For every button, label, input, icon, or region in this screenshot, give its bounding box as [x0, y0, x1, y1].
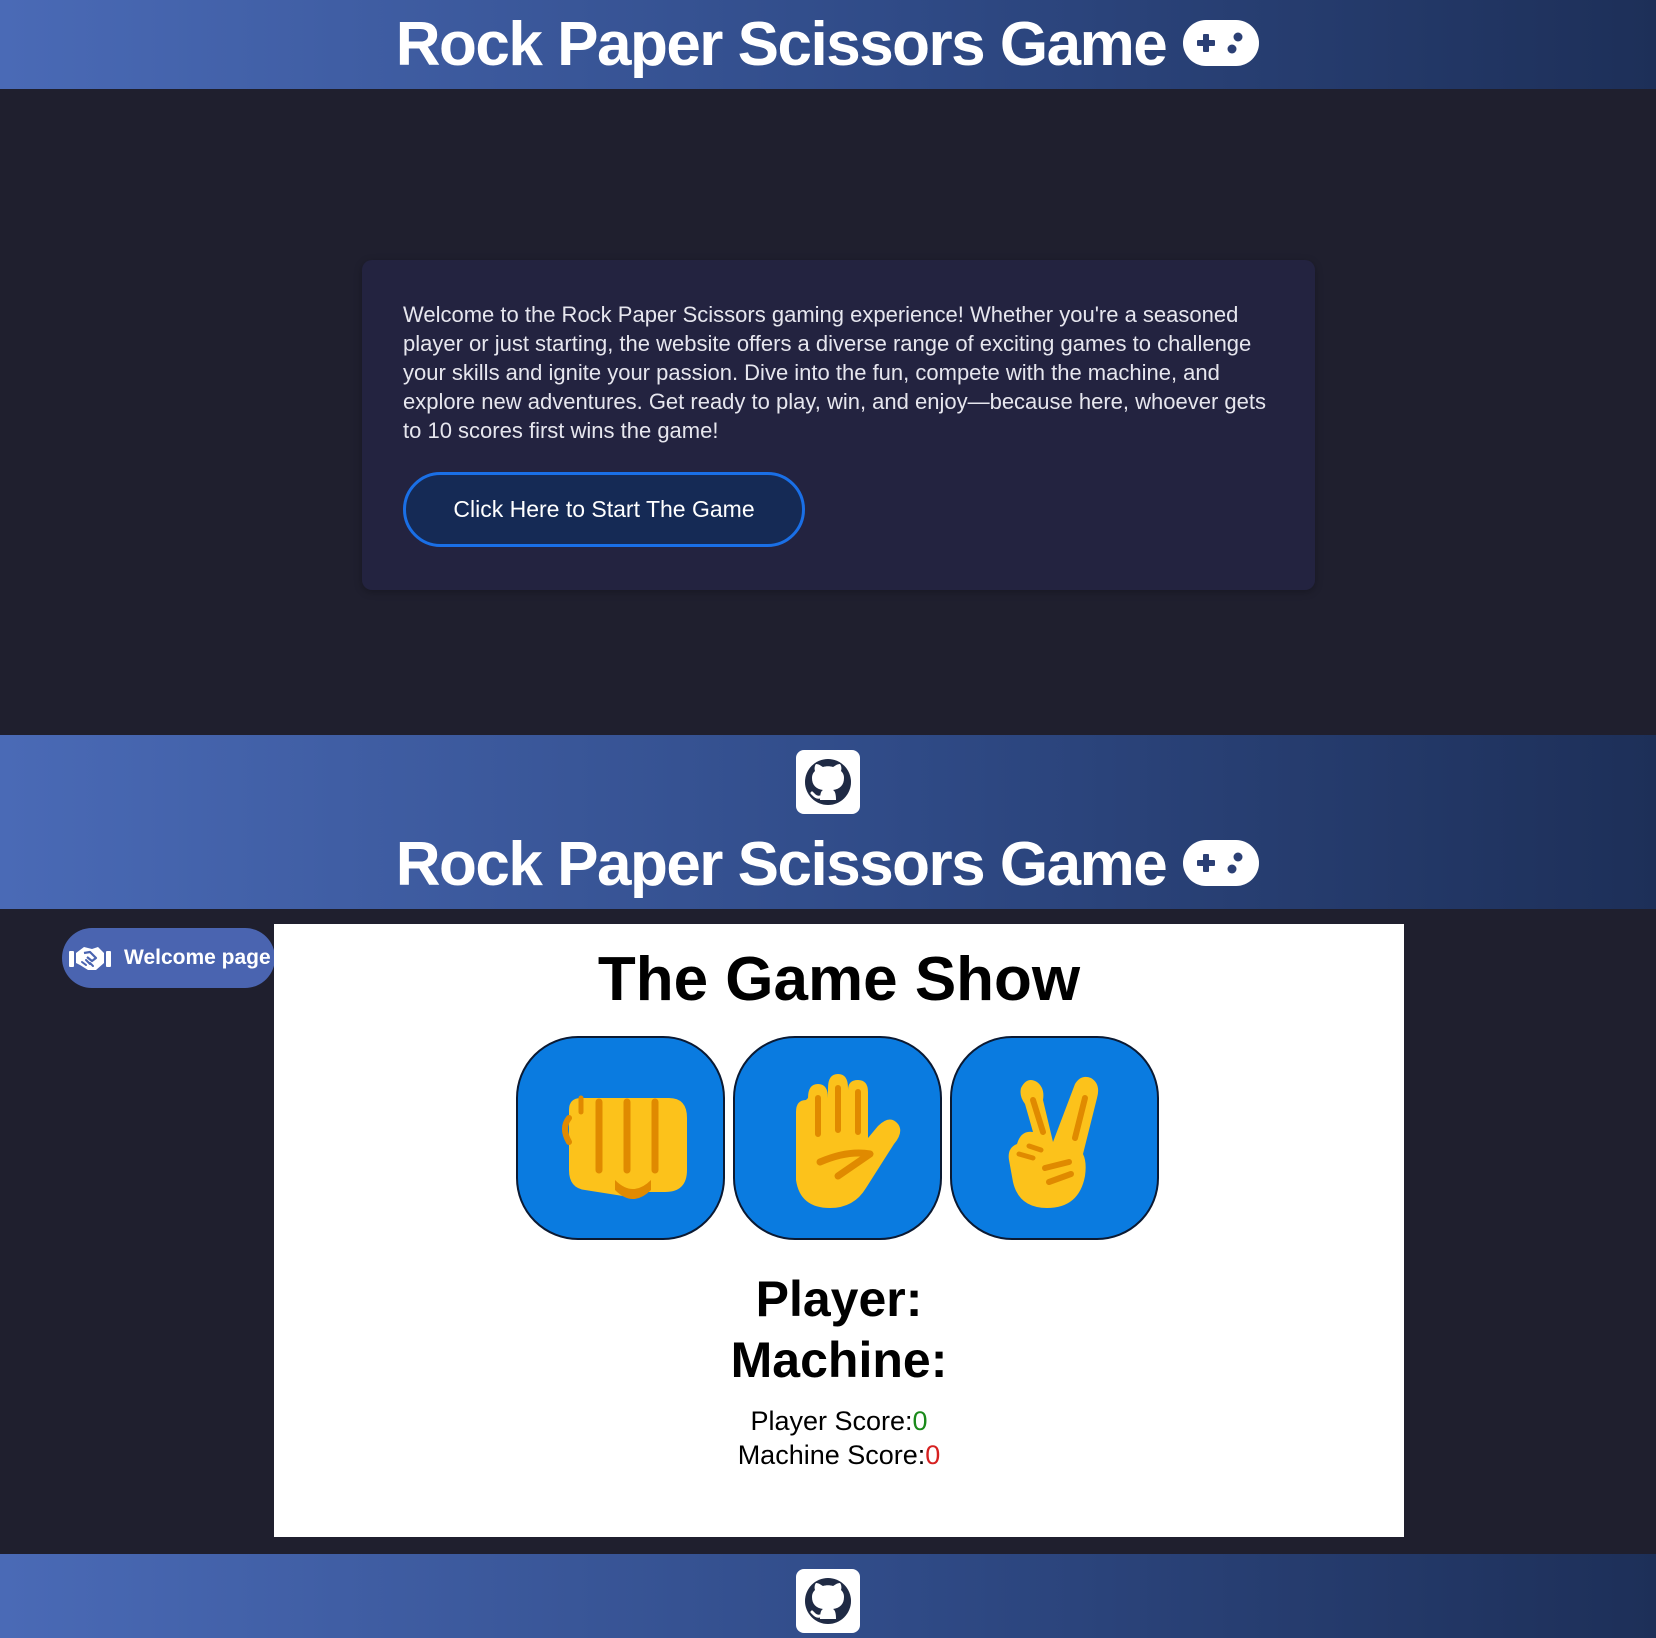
round-results: Player: Machine: — [274, 1269, 1404, 1391]
machine-score-value: 0 — [925, 1440, 941, 1470]
rock-button[interactable] — [516, 1036, 725, 1240]
page: Rock Paper Scissors Game Welcome to the … — [0, 0, 1656, 1638]
player-score-line: Player Score:0 — [274, 1404, 1404, 1438]
welcome-page-button[interactable]: Welcome page — [62, 928, 275, 988]
player-choice-label: Player: — [755, 1271, 923, 1327]
machine-choice-label: Machine: — [730, 1332, 948, 1388]
scissors-button[interactable] — [950, 1036, 1159, 1240]
gamepad-icon — [1183, 19, 1260, 66]
game-title: The Game Show — [597, 945, 1081, 1014]
site-title: Rock Paper Scissors Game — [395, 9, 1168, 79]
github-icon[interactable] — [796, 1569, 860, 1633]
game-header: Rock Paper Scissors Game — [0, 820, 1656, 909]
victory-hand-icon — [1008, 1076, 1098, 1208]
site-footer — [0, 735, 1656, 824]
gamepad-icon — [1183, 839, 1260, 886]
scoreboard: Player Score:0 Machine Score:0 — [274, 1404, 1404, 1472]
game-panel: The Game Show Player: Machine: Player Sc… — [274, 924, 1404, 1537]
handshake-icon — [69, 947, 111, 970]
machine-score-line: Machine Score:0 — [274, 1438, 1404, 1472]
game-footer — [0, 1554, 1656, 1638]
welcome-text: Welcome to the Rock Paper Scissors gamin… — [403, 302, 1266, 443]
welcome-card: Welcome to the Rock Paper Scissors gamin… — [362, 260, 1315, 590]
fist-icon — [561, 1095, 687, 1199]
paper-button[interactable] — [733, 1036, 942, 1240]
github-icon[interactable] — [796, 750, 860, 814]
welcome-page-label: Welcome page — [124, 946, 271, 969]
player-score-label: Player Score: — [750, 1406, 913, 1436]
choice-buttons — [516, 1036, 1159, 1240]
game-header-title: Rock Paper Scissors Game — [395, 829, 1168, 899]
site-header: Rock Paper Scissors Game — [0, 0, 1656, 89]
player-score-value: 0 — [912, 1406, 928, 1436]
raised-hand-icon — [795, 1074, 900, 1208]
machine-score-label: Machine Score: — [737, 1440, 926, 1470]
start-game-button[interactable]: Click Here to Start The Game — [403, 472, 805, 547]
